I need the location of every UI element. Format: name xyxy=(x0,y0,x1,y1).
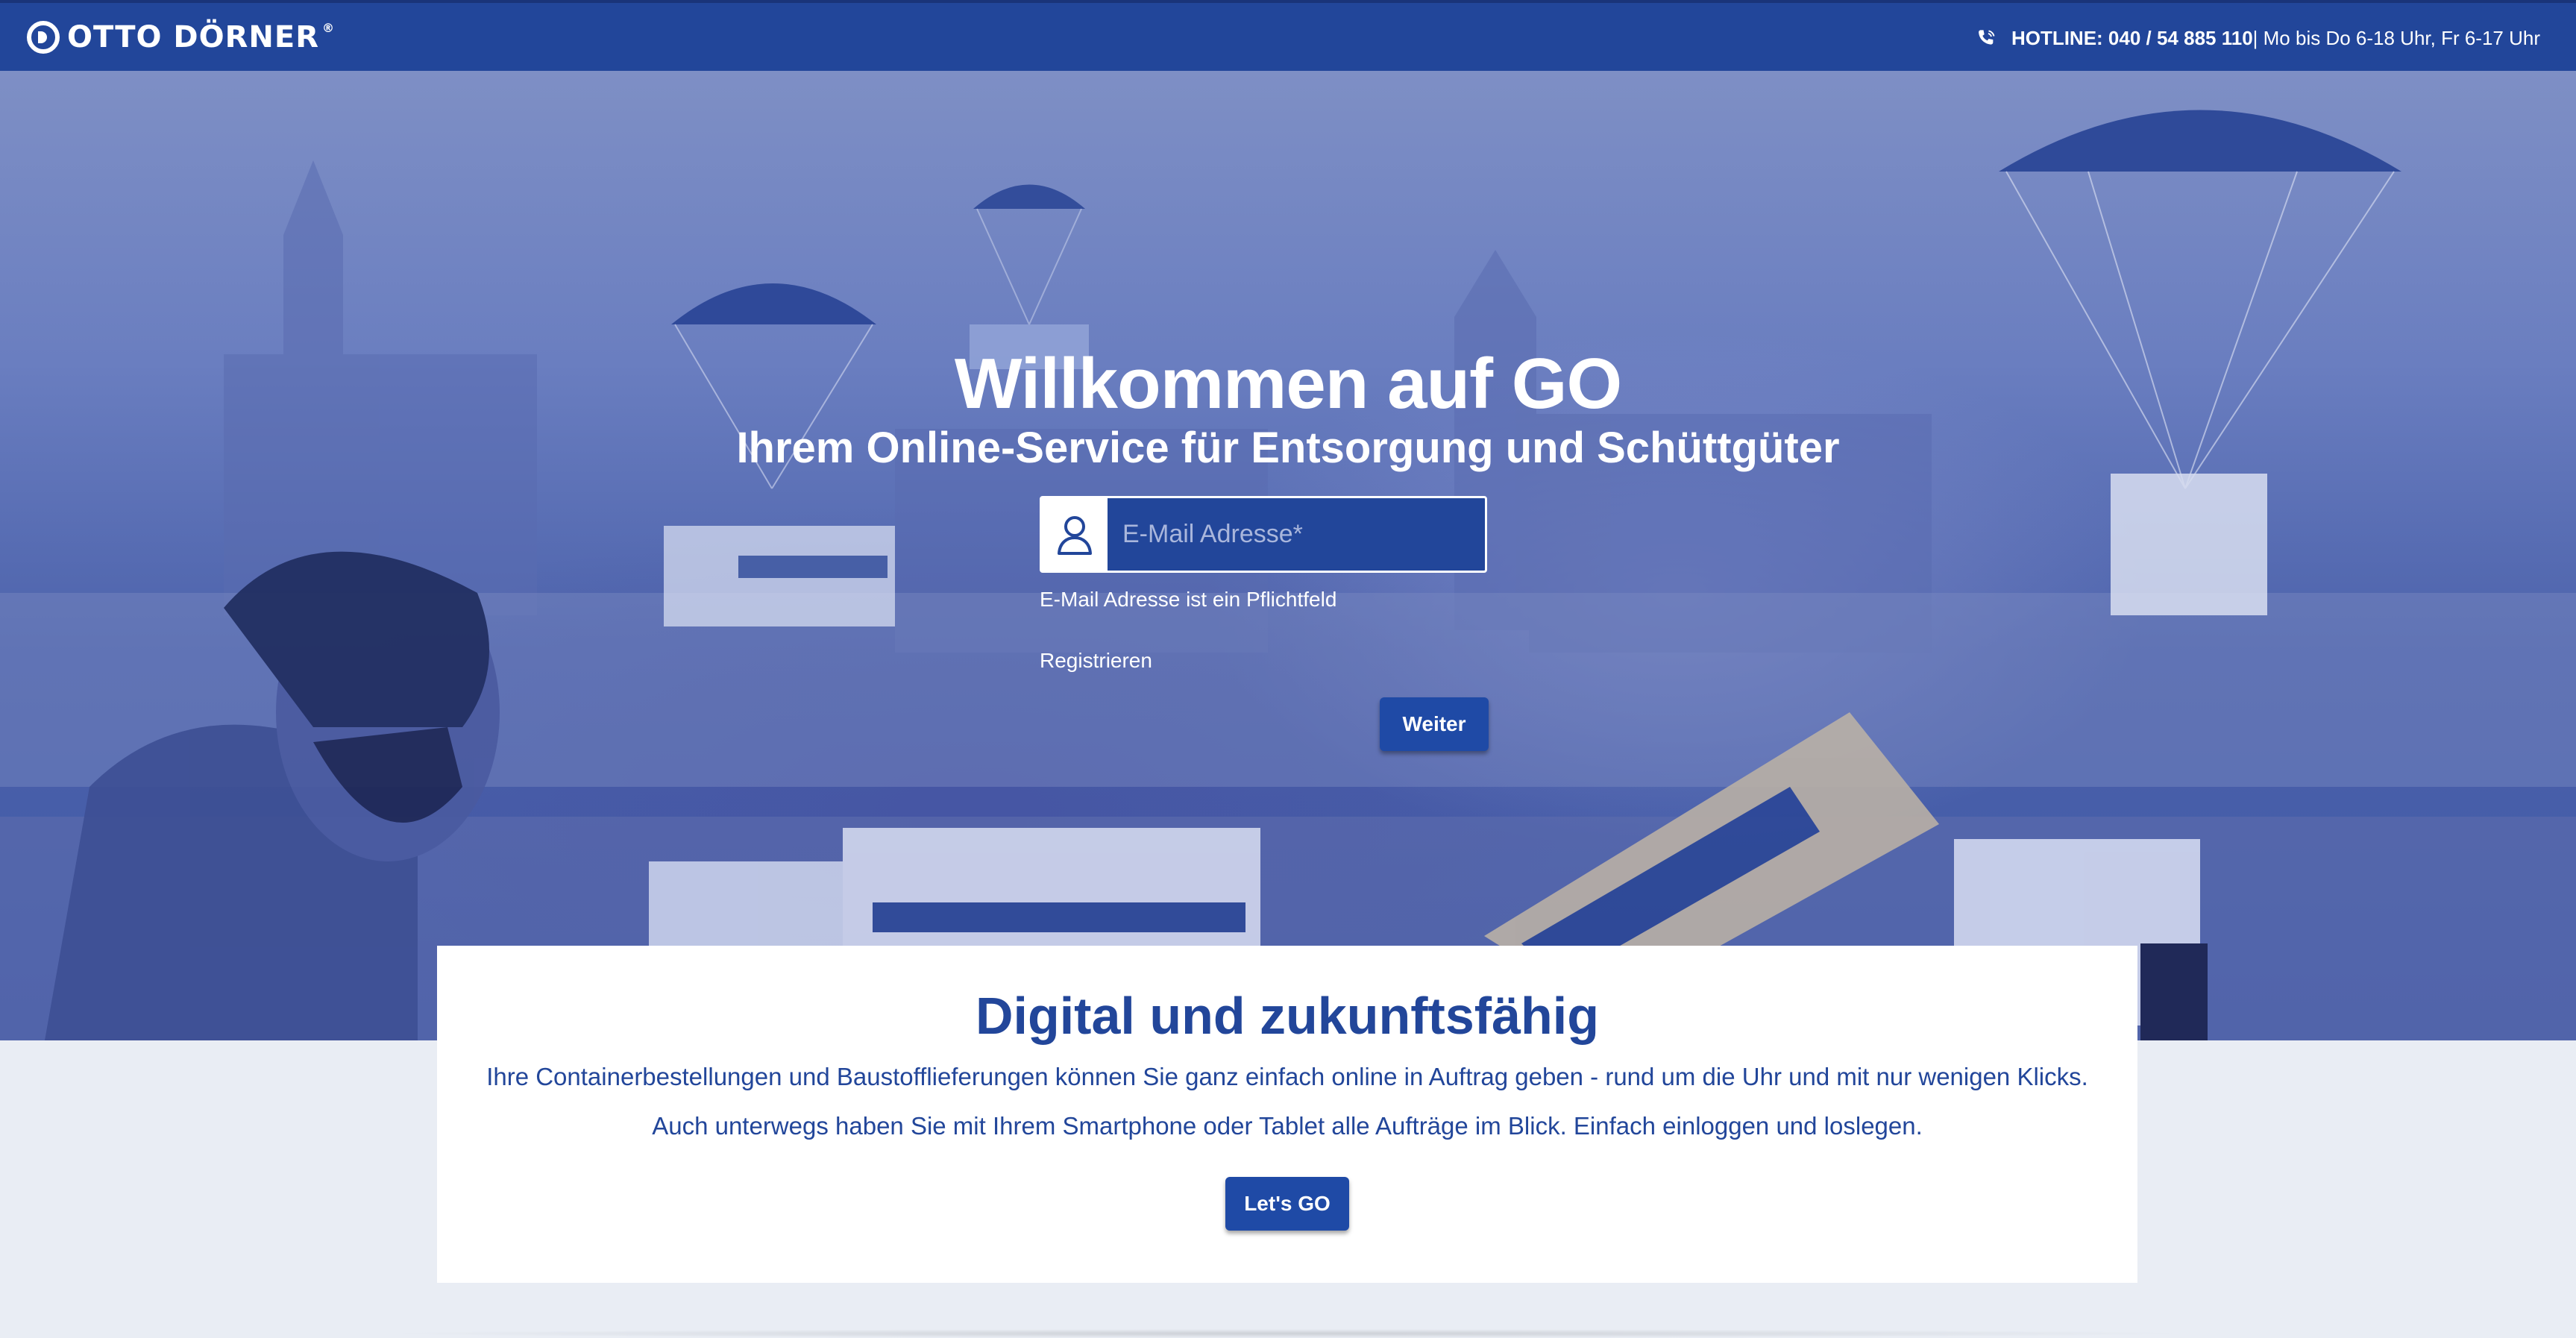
email-required-hint: E-Mail Adresse ist ein Pflichtfeld xyxy=(1040,588,1337,611)
lets-go-button[interactable]: Let's GO xyxy=(1225,1177,1349,1231)
card-title: Digital und zukunftsfähig xyxy=(975,987,1600,1045)
hero-title: Willkommen auf GO xyxy=(954,344,1622,424)
logo-text: OTTO DÖRNER xyxy=(67,20,320,54)
phone-icon xyxy=(1979,29,1995,45)
top-bar: OTTO DÖRNER ® HOTLINE: 040 / 54 885 110 |… xyxy=(0,0,2576,71)
login-form: E-Mail Adresse ist ein Pflichtfeld Regis… xyxy=(1040,496,1489,751)
email-input[interactable] xyxy=(1108,498,1485,571)
hotline-hours: | Mo bis Do 6-18 Uhr, Fr 6-17 Uhr xyxy=(2252,27,2540,49)
hero-subtitle: Ihrem Online-Service für Entsorgung und … xyxy=(736,424,1840,472)
card-text-2: Auch unterwegs haben Sie mit Ihrem Smart… xyxy=(652,1112,1923,1140)
otto-doerner-logo-icon xyxy=(27,21,60,54)
email-icon-box xyxy=(1042,498,1108,571)
info-card: Digital und zukunftsfähig Ihre Container… xyxy=(437,946,2137,1283)
bottom-section-shadow xyxy=(373,1329,2200,1338)
email-field-wrapper xyxy=(1040,496,1487,573)
hotline-number[interactable]: HOTLINE: 040 / 54 885 110 xyxy=(2011,27,2253,50)
continue-button[interactable]: Weiter xyxy=(1380,697,1489,751)
brand-logo[interactable]: OTTO DÖRNER ® xyxy=(27,21,335,54)
hotline-info: HOTLINE: 040 / 54 885 110 | Mo bis Do 6-… xyxy=(1976,27,2540,50)
register-link[interactable]: Registrieren xyxy=(1040,649,1487,673)
registered-mark: ® xyxy=(322,21,336,35)
card-text-1: Ihre Containerbestellungen und Baustoffl… xyxy=(486,1063,2088,1090)
user-icon xyxy=(1058,515,1092,555)
hero-section: Willkommen auf GO Ihrem Online-Service f… xyxy=(0,71,2576,1040)
